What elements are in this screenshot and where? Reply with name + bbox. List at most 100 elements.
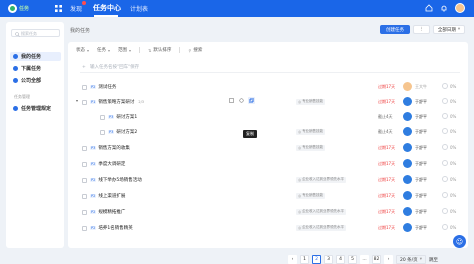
task-title[interactable]: P3 研讨方案1 bbox=[108, 114, 137, 120]
page-2-button[interactable]: 2 bbox=[312, 255, 321, 264]
task-row[interactable]: P2 培养1名销售精英 ◎ 企业收入达到业界领先水平 过期17天 于舒平 0% bbox=[76, 221, 466, 236]
task-tag: ◎ 专业销售技能 bbox=[296, 144, 326, 151]
sidebar-item-subordinate-tasks[interactable]: 下属任务 bbox=[10, 64, 61, 73]
assignee-name: 于舒平 bbox=[415, 177, 427, 182]
task-checkbox[interactable] bbox=[82, 225, 87, 231]
progress-value: 0% bbox=[450, 128, 457, 134]
task-row[interactable]: P3 销售方案的收集 ◎ 专业销售技能 过期17天 于舒平 0% bbox=[76, 141, 466, 156]
page-size-select[interactable]: 20 条/页 ▾ bbox=[396, 255, 426, 264]
priority-badge: P2 bbox=[90, 177, 97, 182]
filter-status[interactable]: 状态 ▾ bbox=[76, 47, 89, 54]
task-tag-label: 专业销售技能 bbox=[302, 99, 324, 103]
new-task-input[interactable]: + 输入任务名按"回车"保存 bbox=[80, 64, 460, 73]
assignee-avatar bbox=[403, 175, 412, 184]
progress: 0% bbox=[442, 208, 456, 214]
filter-label: 范围 bbox=[118, 48, 128, 53]
sidebar-search-input[interactable]: 搜索任务 bbox=[11, 29, 60, 37]
sidebar-item-label: 公司全部 bbox=[21, 78, 42, 84]
progress: 0% bbox=[442, 192, 456, 198]
task-title[interactable]: P3 销售方案的收集 bbox=[90, 145, 130, 151]
task-title[interactable]: P2 线上渠道扩展 bbox=[90, 193, 125, 199]
progress-value: 0% bbox=[450, 224, 457, 230]
task-checkbox[interactable] bbox=[100, 114, 105, 120]
page-size-label: 20 条/页 bbox=[400, 257, 418, 263]
assignee-name: 于舒平 bbox=[415, 129, 427, 134]
assignee-name: 于舒平 bbox=[415, 193, 427, 198]
task-title[interactable]: P1 销售策略方案研讨 2/3 bbox=[90, 99, 144, 105]
page-4-button[interactable]: 4 bbox=[336, 255, 345, 264]
task-checkbox[interactable] bbox=[82, 193, 87, 199]
search-placeholder: 搜索任务 bbox=[21, 31, 37, 36]
nav-discover[interactable]: 发现 bbox=[70, 4, 82, 13]
assignee-name: 于舒平 bbox=[415, 99, 427, 104]
copy-icon[interactable] bbox=[248, 97, 255, 104]
filter-task[interactable]: 任务 ▾ bbox=[97, 47, 110, 54]
copy-tooltip: 复制 bbox=[243, 130, 257, 138]
sidebar-item-my-tasks[interactable]: 我的任务 bbox=[10, 52, 61, 61]
logo-text: 任务 bbox=[19, 6, 30, 12]
task-title[interactable]: P2 培养1名销售精英 bbox=[90, 225, 133, 231]
task-tag: ◎ 企业收入达到业界领先水平 bbox=[296, 176, 347, 183]
app-logo[interactable]: 任务 bbox=[8, 4, 29, 13]
task-row[interactable]: P2 线上渠道扩展 ◎ 专业销售技能 过期17天 于舒平 0% bbox=[76, 189, 466, 204]
date-range-select[interactable]: 全部日期 ▾ bbox=[433, 25, 465, 34]
home-icon[interactable] bbox=[425, 4, 433, 12]
nav-task-center[interactable]: 任务中心 bbox=[93, 3, 121, 13]
task-row[interactable]: P3 研讨方案2 ◎ 专业销售技能 截止4天 于舒平 0% bbox=[76, 125, 466, 140]
task-checkbox[interactable] bbox=[82, 145, 87, 151]
edit-icon[interactable] bbox=[228, 97, 235, 104]
target-icon: ◎ bbox=[298, 145, 302, 150]
active-tab-indicator bbox=[94, 15, 118, 17]
task-row[interactable]: P2 季度大调研定 过期17天 于舒平 0% bbox=[76, 157, 466, 172]
filter-sort[interactable]: ⇅ 默认排序 bbox=[148, 47, 171, 54]
task-row[interactable]: P3 研讨方案1 截止4天 于舒平 0% bbox=[76, 110, 466, 125]
page-last-button[interactable]: 82 bbox=[372, 255, 381, 264]
settings-icon[interactable] bbox=[238, 97, 245, 104]
due-status: 过期17天 bbox=[378, 99, 396, 104]
page-5-button[interactable]: 5 bbox=[348, 255, 357, 264]
task-checkbox[interactable] bbox=[82, 209, 87, 215]
filter-search[interactable]: ⚲ 搜索 bbox=[188, 47, 202, 54]
sidebar-item-company-all[interactable]: 公司全部 bbox=[10, 76, 61, 85]
task-checkbox[interactable] bbox=[82, 161, 87, 167]
more-options-button[interactable]: ⋮ bbox=[413, 25, 430, 34]
grid-menu-icon[interactable] bbox=[55, 5, 62, 12]
prev-page-button[interactable]: ‹ bbox=[288, 255, 297, 264]
progress-ring-icon bbox=[442, 160, 448, 166]
task-title[interactable]: P3 研讨方案2 bbox=[108, 129, 137, 135]
nav-schedule[interactable]: 计划表 bbox=[130, 4, 148, 13]
task-tag-label: 专业销售技能 bbox=[302, 145, 324, 149]
bell-icon[interactable] bbox=[440, 4, 448, 12]
progress-ring-icon bbox=[442, 208, 448, 214]
task-row[interactable]: P2 测试任务 过期17天 王大牛 0% bbox=[76, 80, 466, 95]
next-page-button[interactable]: › bbox=[384, 255, 393, 264]
sidebar-item-task-rules[interactable]: 任务管理规定 bbox=[10, 104, 61, 113]
task-row[interactable]: P2 线下举办5场销售活动 ◎ 企业收入达到业界领先水平 过期17天 于舒平 0% bbox=[76, 173, 466, 188]
page-1-button[interactable]: 1 bbox=[300, 255, 309, 264]
expand-arrow-icon[interactable]: ▾ bbox=[76, 98, 78, 103]
due-status: 过期17天 bbox=[378, 145, 396, 150]
page-3-button[interactable]: 3 bbox=[324, 255, 333, 264]
jump-label: 跳至 bbox=[428, 257, 438, 263]
assignee-name: 于舒平 bbox=[415, 161, 427, 166]
task-title[interactable]: P2 规模精拓推广 bbox=[90, 209, 125, 215]
user-avatar[interactable] bbox=[455, 3, 465, 13]
task-title[interactable]: P2 季度大调研定 bbox=[90, 161, 125, 167]
task-row[interactable]: P2 规模精拓推广 ◎ 企业收入达到业界领先水平 过期17天 于舒平 0% bbox=[76, 205, 466, 220]
task-checkbox[interactable] bbox=[82, 84, 87, 90]
help-icon[interactable]: ☺ bbox=[453, 235, 466, 248]
sidebar-item-label: 任务管理规定 bbox=[21, 106, 52, 112]
progress-value: 0% bbox=[450, 83, 457, 89]
task-checkbox[interactable] bbox=[82, 177, 87, 183]
task-checkbox[interactable] bbox=[100, 129, 105, 135]
divider bbox=[139, 47, 141, 53]
sidebar-item-label: 下属任务 bbox=[21, 66, 42, 72]
filter-scope[interactable]: 范围 ▾ bbox=[118, 47, 131, 54]
task-title[interactable]: P2 测试任务 bbox=[90, 84, 116, 90]
row-actions bbox=[228, 97, 255, 104]
create-task-button[interactable]: 创建任务 bbox=[380, 25, 410, 34]
task-title[interactable]: P2 线下举办5场销售活动 bbox=[90, 177, 142, 183]
task-row[interactable]: P1 销售策略方案研讨 2/3 ◎ 专业销售技能 过期17天 于舒平 0% ▾ bbox=[76, 95, 466, 110]
task-checkbox[interactable] bbox=[82, 99, 87, 105]
my-tasks-icon bbox=[13, 54, 18, 59]
